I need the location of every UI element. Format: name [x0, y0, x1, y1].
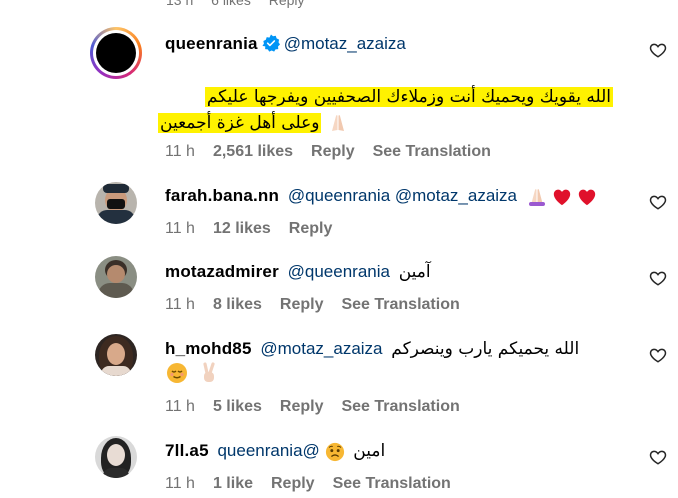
like-heart-icon[interactable]	[649, 193, 667, 211]
comment-mention[interactable]: @queenrania @motaz_azaiza	[288, 186, 517, 205]
comment-text: آمين	[398, 262, 431, 282]
avatar[interactable]	[90, 27, 142, 79]
see-translation-button[interactable]: See Translation	[341, 398, 459, 415]
red-heart-icon	[554, 189, 571, 205]
see-translation-button[interactable]: See Translation	[333, 475, 451, 492]
comment-text-line: الله يقويك ويحميك أنت وزملاءك الصحفيين و…	[204, 87, 613, 107]
praying-hands-icon	[331, 115, 344, 131]
like-count[interactable]: 5 likes	[213, 398, 262, 415]
comment-username[interactable]: queenrania	[165, 34, 258, 53]
comment-mention[interactable]: @queenrania	[288, 262, 390, 281]
like-count[interactable]: 12 likes	[213, 220, 271, 237]
worried-face-icon	[325, 442, 344, 461]
avatar[interactable]	[95, 182, 137, 224]
red-heart-icon	[579, 189, 596, 205]
comment-time: 11 h	[165, 220, 195, 237]
like-heart-icon[interactable]	[649, 41, 667, 59]
comment-text: امين	[353, 441, 386, 461]
comment-time: 11 h	[165, 143, 195, 160]
comment-username[interactable]: 7ll.a5	[165, 441, 209, 460]
verified-badge-icon	[262, 34, 280, 52]
comment-mention[interactable]: @motaz_azaiza	[260, 339, 382, 358]
reply-button[interactable]: Reply	[280, 398, 324, 415]
comment-time: 11 h	[165, 398, 195, 415]
comment-mention[interactable]: queenrania@	[217, 441, 319, 460]
like-heart-icon[interactable]	[649, 448, 667, 466]
comment-text-line: وعلى أهل غزة أجمعين	[158, 113, 322, 133]
comment-text: الله يحميكم يارب وينصركم	[391, 339, 580, 359]
comment-time: 13 h	[166, 0, 194, 8]
like-count[interactable]: 6 likes	[211, 0, 251, 8]
like-heart-icon[interactable]	[649, 269, 667, 287]
reply-button[interactable]: Reply	[311, 143, 355, 160]
comment-username[interactable]: h_mohd85	[165, 339, 252, 358]
see-translation-button[interactable]: See Translation	[341, 296, 459, 313]
comment-username[interactable]: motazadmirer	[165, 262, 279, 281]
comment-mention[interactable]: @motaz_azaiza	[284, 34, 406, 53]
victory-hand-icon	[203, 362, 216, 382]
relieved-face-icon	[167, 363, 187, 383]
reply-button[interactable]: Reply	[271, 475, 315, 492]
avatar[interactable]	[95, 256, 137, 298]
like-count[interactable]: 2,561 likes	[213, 143, 293, 160]
praying-hands-icon	[528, 188, 545, 206]
reply-button[interactable]: Reply	[289, 220, 333, 237]
avatar[interactable]	[95, 334, 137, 376]
like-count[interactable]: 8 likes	[213, 296, 262, 313]
previous-comment-meta: 13 h 6 likes Reply	[166, 0, 319, 8]
like-heart-icon[interactable]	[649, 346, 667, 364]
comment-username[interactable]: farah.bana.nn	[165, 186, 279, 205]
reply-button[interactable]: Reply	[269, 0, 305, 8]
comment-time: 11 h	[165, 475, 195, 492]
like-count[interactable]: 1 like	[213, 475, 253, 492]
see-translation-button[interactable]: See Translation	[373, 143, 491, 160]
avatar[interactable]	[95, 436, 137, 478]
comment-time: 11 h	[165, 296, 195, 313]
comment-text: الله يقويك ويحميك أنت وزملاءك الصحفيين و…	[158, 85, 613, 135]
reply-button[interactable]: Reply	[280, 296, 324, 313]
